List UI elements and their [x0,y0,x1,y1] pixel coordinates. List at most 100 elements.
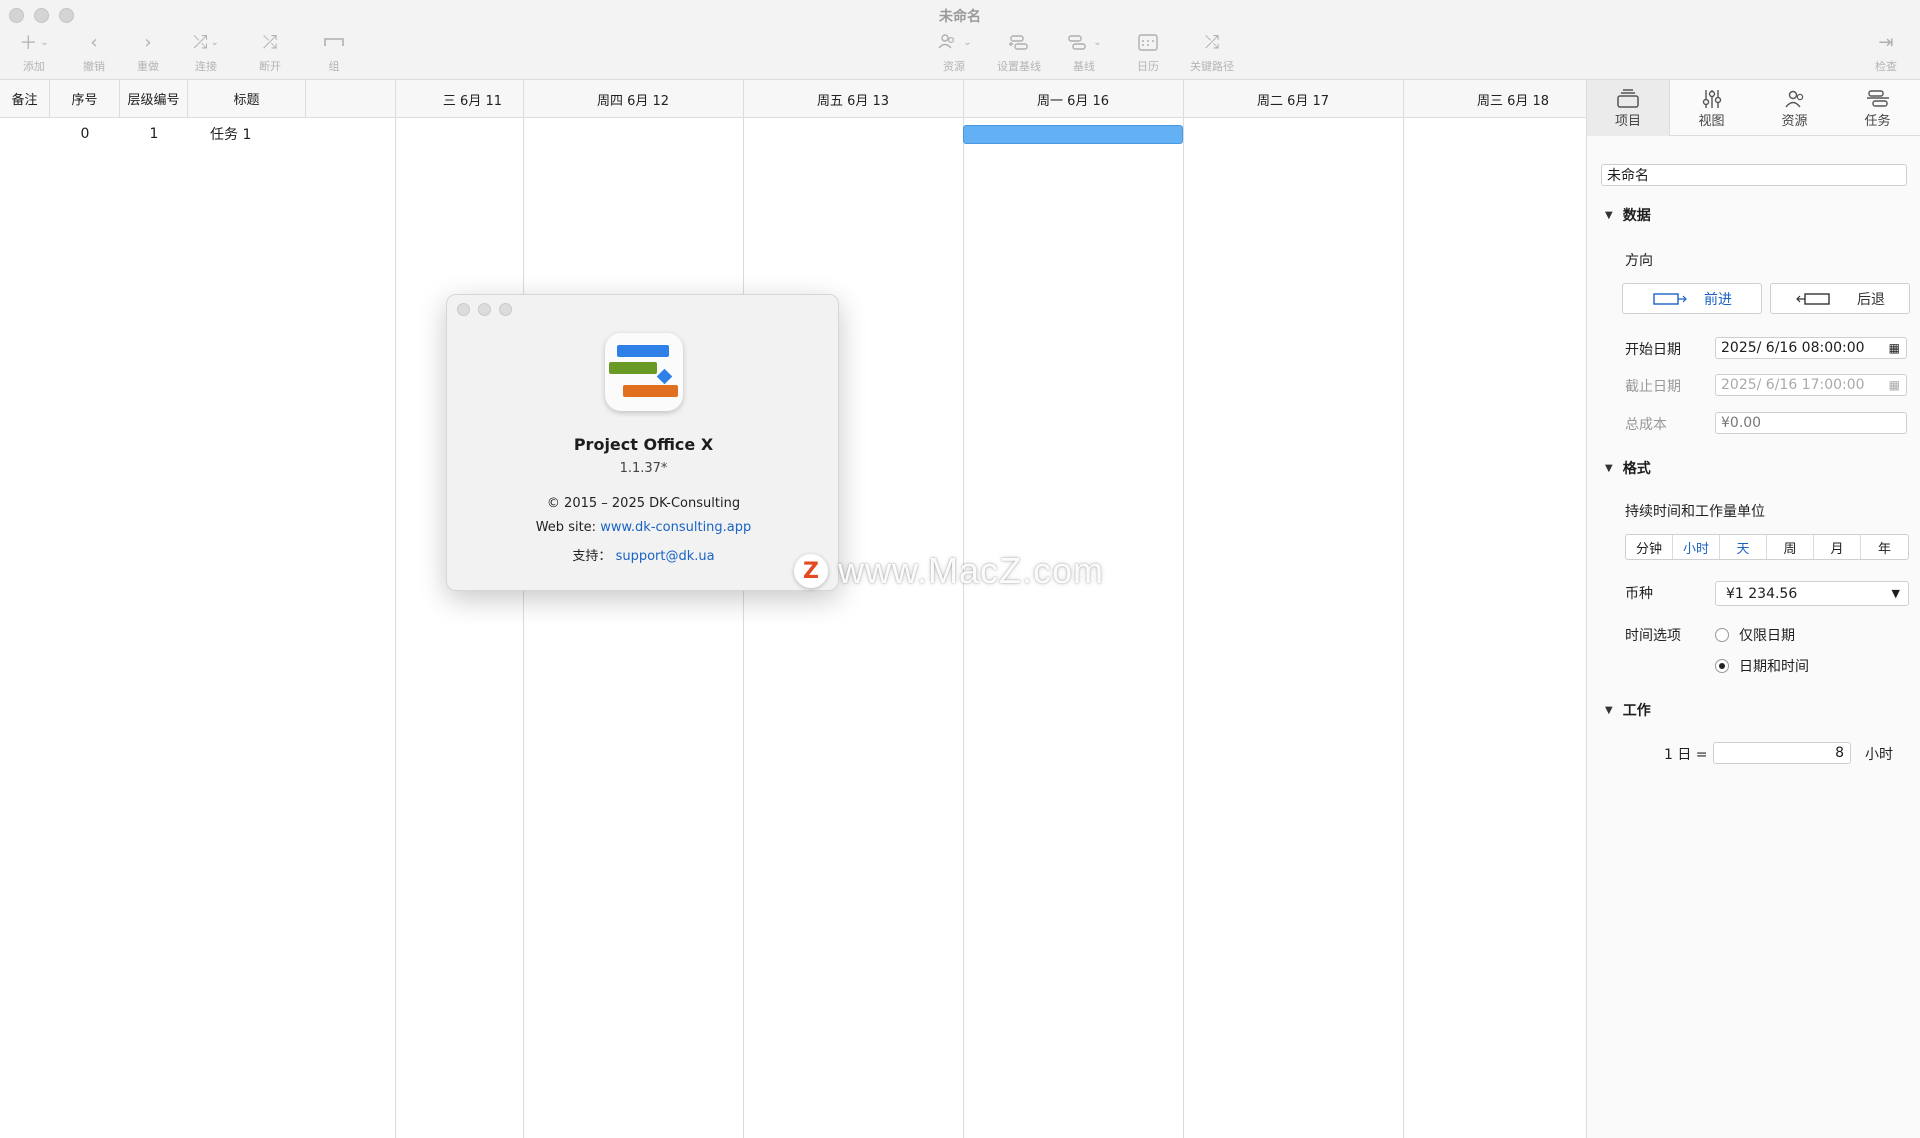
day-header: 周四 6月 12 [596,93,670,109]
calendar-icon[interactable]: ▦ [1889,341,1900,355]
radio-date-time-label: 日期和时间 [1739,659,1809,675]
app-version: 1.1.37* [619,461,668,476]
gantt-header: 三 6月 11 周四 6月 12 周五 6月 13 周一 6月 16 周二 6月… [396,80,1586,118]
total-cost-label: 总成本 [1625,417,1667,433]
section-work-label: 工作 [1622,703,1651,719]
add-label: 添加 [23,60,45,73]
column-header-note[interactable]: 备注 [0,80,50,117]
cell-index[interactable]: 0 [50,118,120,150]
column-header-index[interactable]: 序号 [50,80,120,117]
chevron-right-icon: › [144,31,152,53]
task-bar[interactable] [963,125,1183,144]
unlink-shuffle-icon: ⤮ [262,31,278,53]
redo-button[interactable]: › 重做 [118,30,178,74]
currency-select[interactable]: ¥1 234.56 ▼ [1715,581,1909,606]
unit-week[interactable]: 周 [1767,535,1814,559]
tab-task[interactable]: 任务 [1836,80,1919,136]
inspect-label: 检查 [1875,60,1897,73]
calendar-icon [1138,34,1158,51]
unit-day[interactable]: 天 [1720,535,1767,559]
day-divider [743,80,744,1138]
critical-path-label: 关键路径 [1190,60,1234,73]
set-baseline-button[interactable]: 设置基线 [989,30,1049,74]
column-header-title[interactable]: 标题 [188,80,306,117]
cell-note[interactable] [0,118,50,150]
start-date-label: 开始日期 [1625,342,1681,358]
website-label: Web site: [535,520,597,535]
cell-title[interactable]: 任务 1 [188,118,306,150]
app-logo-icon [605,333,683,411]
unit-minute[interactable]: 分钟 [1626,535,1673,559]
day-divider [963,80,964,1138]
about-dialog: Project Office X 1.1.37* © 2015 – 2025 D… [446,294,839,591]
close-dialog-button[interactable] [457,303,470,316]
tab-resources[interactable]: 资源 [1753,80,1836,136]
table-row[interactable]: 0 1 任务 1 [0,118,395,150]
day-header: 周二 6月 17 [1256,93,1330,109]
baseline-button[interactable]: ⌄ 基线 [1054,30,1114,74]
website-link[interactable]: www.dk-consulting.app [600,520,751,535]
radio-date-only[interactable]: 仅限日期 [1715,625,1795,645]
link-button[interactable]: ⤮ ⌄ 连接 [176,30,236,74]
watermark: Z www.MacZ.com [794,550,1104,592]
people-icon [1784,90,1803,107]
currency-value: ¥1 234.56 [1726,585,1798,602]
disclosure-triangle-icon: ▼ [1605,462,1613,474]
radio-date-time[interactable]: 日期和时间 [1715,656,1809,676]
start-date-field[interactable]: 2025/ 6/16 08:00:00 ▦ [1715,337,1907,359]
inspector-panel: 项目 视图 资源 任务 未命名 ▼ 数据 方向 前进 后退 开始日期 2025/ … [1586,80,1920,1138]
sliders-icon [1702,89,1721,108]
hours-per-day-input[interactable]: 8 [1713,742,1851,764]
radio-date-only-label: 仅限日期 [1739,628,1795,644]
support-link[interactable]: support@dk.ua [616,549,715,564]
start-date-value: 2025/ 6/16 08:00:00 [1721,340,1865,356]
section-format[interactable]: ▼ 格式 [1605,458,1651,478]
section-data[interactable]: ▼ 数据 [1605,205,1651,225]
forward-label: 前进 [1704,291,1732,308]
support-label: 支持： [572,549,612,564]
cell-wbs[interactable]: 1 [120,118,188,150]
radio-dot [1715,628,1729,642]
baseline-icon [1068,35,1086,50]
unit-year[interactable]: 年 [1861,535,1908,559]
day-equals-label: 1 日 = [1664,747,1708,763]
add-button[interactable]: ＋ ⌄ 添加 [4,30,64,74]
undo-button[interactable]: ‹ 撤销 [64,30,124,74]
tab-project[interactable]: 项目 [1587,80,1670,136]
redo-label: 重做 [137,60,159,73]
group-bracket-icon [324,38,344,46]
section-work[interactable]: ▼ 工作 [1605,700,1651,720]
chevron-down-icon: ⌄ [210,36,219,48]
unit-month[interactable]: 月 [1814,535,1861,559]
group-button[interactable]: 组 [304,30,364,74]
inspect-button[interactable]: ⇥ 检查 [1856,30,1916,74]
unit-hour[interactable]: 小时 [1673,535,1720,559]
project-tray-icon [1617,88,1639,108]
minimize-dialog-button[interactable] [478,303,491,316]
column-header-wbs[interactable]: 层级编号 [120,80,188,117]
resources-label: 资源 [943,60,965,73]
watermark-logo-icon: Z [794,554,828,588]
tab-view[interactable]: 视图 [1670,80,1753,136]
calendar-button[interactable]: 日历 [1118,30,1178,74]
backward-button[interactable]: 后退 [1770,283,1910,314]
people-icon [938,34,955,49]
currency-label: 币种 [1625,586,1653,602]
chevron-left-icon: ‹ [90,31,98,53]
link-shuffle-icon: ⤮ [193,31,208,53]
task-bars-icon [1866,89,1889,107]
app-name: Project Office X [573,435,714,454]
window-titlebar: 未命名 ＋ ⌄ 添加 ‹ 撤销 › 重做 ⤮ ⌄ 连接 ⤮ 断开 组 ⌄ 资源 设置… [0,0,1920,80]
project-name-input[interactable]: 未命名 [1601,164,1907,186]
unlink-button[interactable]: ⤮ 断开 [240,30,300,74]
copyright-text: © 2015 – 2025 DK-Consulting [546,496,741,511]
zoom-dialog-button[interactable] [499,303,512,316]
chevron-down-icon: ⌄ [1093,36,1102,48]
plus-icon: ＋ [19,33,38,54]
undo-label: 撤销 [83,60,105,73]
forward-button[interactable]: 前进 [1622,283,1762,314]
resources-button[interactable]: ⌄ 资源 [924,30,984,74]
hours-unit-label: 小时 [1865,747,1893,763]
critical-path-button[interactable]: ⤮ 关键路径 [1182,30,1242,74]
link-label: 连接 [195,60,217,73]
